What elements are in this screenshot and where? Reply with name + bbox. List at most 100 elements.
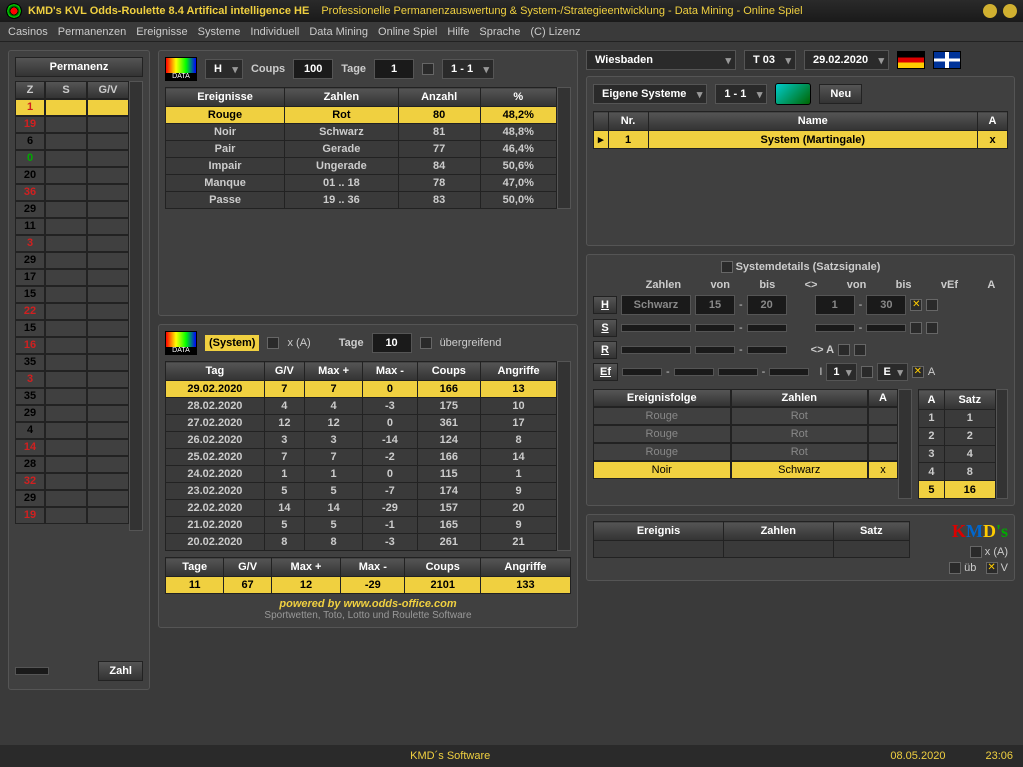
systems-select[interactable]: Eigene Systeme [593, 84, 707, 104]
system-row[interactable]: 21.02.202055-11659 [166, 517, 557, 534]
s-button[interactable]: S [593, 319, 617, 337]
menu-casinos[interactable]: Casinos [8, 26, 48, 38]
close-button[interactable] [1003, 4, 1017, 18]
permanenz-row[interactable]: 19 [15, 507, 129, 524]
flag-uk-icon[interactable] [933, 51, 961, 69]
system-scrollbar[interactable] [557, 361, 571, 551]
zahl-input[interactable] [15, 667, 49, 675]
permanenz-row[interactable]: 15 [15, 286, 129, 303]
neu-button[interactable]: Neu [819, 84, 862, 104]
table-select[interactable]: T 03 [744, 50, 796, 70]
permanenz-row[interactable]: 29 [15, 252, 129, 269]
satz-row[interactable]: 516 [919, 481, 996, 499]
flag-de-icon[interactable] [897, 51, 925, 69]
ereignis-row[interactable]: PairGerade7746,4% [166, 141, 557, 158]
satz-row[interactable]: 48 [919, 463, 996, 481]
folge-scrollbar[interactable] [898, 389, 912, 499]
permanenz-row[interactable]: 20 [15, 167, 129, 184]
pill-icon[interactable] [775, 83, 811, 105]
folge-row[interactable]: NoirSchwarzx [593, 461, 898, 479]
menu-sprache[interactable]: Sprache [479, 26, 520, 38]
system-row[interactable]: 25.02.202077-216614 [166, 449, 557, 466]
h-select[interactable]: H [205, 59, 243, 79]
tage-checkbox[interactable] [422, 63, 434, 75]
data-icon[interactable] [165, 57, 197, 81]
von2-input[interactable]: 1 [815, 295, 855, 315]
system-row[interactable]: 28.02.202044-317510 [166, 398, 557, 415]
data-icon-2[interactable] [165, 331, 197, 355]
permanenz-row[interactable]: 3 [15, 235, 129, 252]
zahl-button[interactable]: Zahl [98, 661, 143, 681]
system-row[interactable]: 26.02.202033-141248 [166, 432, 557, 449]
menu-individuell[interactable]: Individuell [250, 26, 299, 38]
date-select[interactable]: 29.02.2020 [804, 50, 889, 70]
system-row[interactable]: 29.02.202077016613 [166, 381, 557, 398]
permanenz-row[interactable]: 28 [15, 456, 129, 473]
system-row[interactable]: 23.02.202055-71749 [166, 483, 557, 500]
system-row[interactable]: ▸ 1 System (Martingale) x [594, 131, 1008, 149]
permanenz-row[interactable]: 16 [15, 337, 129, 354]
permanenz-row[interactable]: 6 [15, 133, 129, 150]
permanenz-row[interactable]: 29 [15, 490, 129, 507]
permanenz-row[interactable]: 22 [15, 303, 129, 320]
folge-row[interactable]: RougeRot [593, 443, 898, 461]
coups-input[interactable]: 100 [293, 59, 333, 79]
permanenz-row[interactable]: 0 [15, 150, 129, 167]
permanenz-row[interactable]: 4 [15, 422, 129, 439]
satz-row[interactable]: 34 [919, 445, 996, 463]
von1-input[interactable]: 15 [695, 295, 735, 315]
menu-systeme[interactable]: Systeme [198, 26, 241, 38]
permanenz-row[interactable]: 17 [15, 269, 129, 286]
permanenz-row[interactable]: 11 [15, 218, 129, 235]
permanenz-row[interactable]: 15 [15, 320, 129, 337]
satz-scrollbar[interactable] [996, 389, 1008, 499]
menu-permanenzen[interactable]: Permanenzen [58, 26, 127, 38]
a-check[interactable] [926, 299, 938, 311]
tage-input[interactable]: 1 [374, 59, 414, 79]
menu-lizenz[interactable]: (C) Lizenz [530, 26, 580, 38]
ereignis-row[interactable]: ImpairUngerade8450,6% [166, 158, 557, 175]
permanenz-row[interactable]: 14 [15, 439, 129, 456]
xa-checkbox[interactable] [267, 337, 279, 349]
folge-row[interactable]: RougeRot [593, 407, 898, 425]
permanenz-row[interactable]: 19 [15, 116, 129, 133]
ereignis-row[interactable]: RougeRot8048,2% [166, 107, 557, 124]
zahlen-h-input[interactable]: Schwarz [621, 295, 691, 315]
minimize-button[interactable] [983, 4, 997, 18]
permanenz-row[interactable]: 29 [15, 405, 129, 422]
casino-select[interactable]: Wiesbaden [586, 50, 736, 70]
permanenz-row[interactable]: 36 [15, 184, 129, 201]
bis2-input[interactable]: 30 [866, 295, 906, 315]
satz-row[interactable]: 11 [919, 410, 996, 428]
ereignis-row[interactable]: NoirSchwarz8148,8% [166, 124, 557, 141]
uber-checkbox[interactable] [420, 337, 432, 349]
ereignisse-scrollbar[interactable] [557, 87, 571, 209]
details-checkbox[interactable] [721, 261, 733, 273]
menu-ereignisse[interactable]: Ereignisse [136, 26, 187, 38]
folge-row[interactable]: RougeRot [593, 425, 898, 443]
permanenz-scrollbar[interactable] [129, 81, 143, 531]
system-row[interactable]: 20.02.202088-326121 [166, 534, 557, 551]
ereignis-row[interactable]: Passe19 .. 368350,0% [166, 192, 557, 209]
range-select[interactable]: 1 - 1 [442, 59, 494, 79]
r-button[interactable]: R [593, 341, 617, 359]
vef-check[interactable] [910, 299, 922, 311]
sys-tage-input[interactable]: 10 [372, 333, 412, 353]
menu-online-spiel[interactable]: Online Spiel [378, 26, 437, 38]
system-row[interactable]: 24.02.20201101151 [166, 466, 557, 483]
bis1-input[interactable]: 20 [747, 295, 787, 315]
permanenz-row[interactable]: 29 [15, 201, 129, 218]
sysrange-select[interactable]: 1 - 1 [715, 84, 767, 104]
ereignis-row[interactable]: Manque01 .. 187847,0% [166, 175, 557, 192]
h-button[interactable]: H [593, 296, 617, 314]
permanenz-row[interactable]: 3 [15, 371, 129, 388]
permanenz-row[interactable]: 1 [15, 99, 129, 116]
permanenz-row[interactable]: 35 [15, 388, 129, 405]
system-row[interactable]: 22.02.20201414-2915720 [166, 500, 557, 517]
system-row[interactable]: 27.02.20201212036117 [166, 415, 557, 432]
permanenz-row[interactable]: 32 [15, 473, 129, 490]
satz-row[interactable]: 22 [919, 427, 996, 445]
ef-button[interactable]: Ef [593, 363, 618, 381]
permanenz-row[interactable]: 35 [15, 354, 129, 371]
menu-data-mining[interactable]: Data Mining [309, 26, 368, 38]
